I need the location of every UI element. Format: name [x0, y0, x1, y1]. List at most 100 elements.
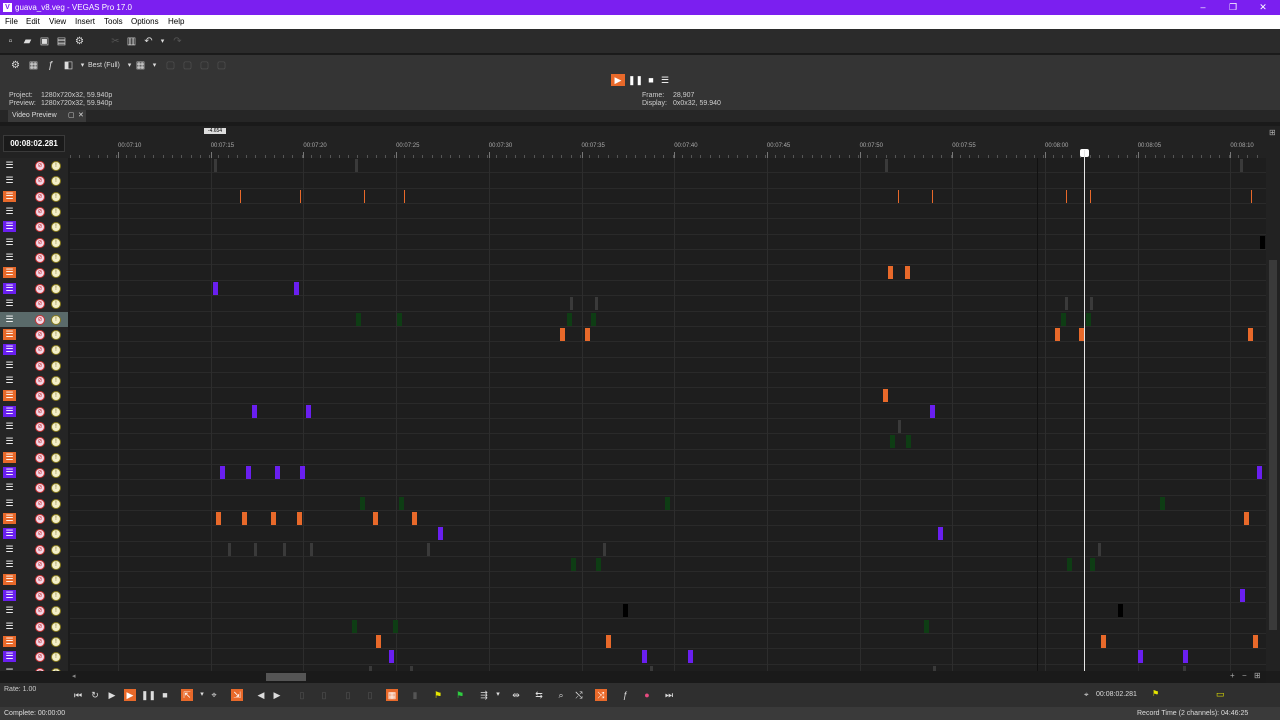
solo-icon[interactable]: !	[51, 375, 61, 386]
mute-icon[interactable]: ⊘	[35, 375, 45, 386]
quality-dropdown-icon[interactable]: ▾	[124, 60, 135, 71]
track-header[interactable]: ☰ ⊘!	[0, 219, 68, 234]
solo-icon[interactable]: !	[51, 283, 61, 294]
event-clip[interactable]	[930, 404, 935, 418]
redo-icon[interactable]: ↷	[172, 36, 183, 47]
event-clip[interactable]	[1061, 312, 1066, 326]
mute-icon[interactable]: ⊘	[35, 253, 45, 264]
track-menu-icon[interactable]: ☰	[3, 314, 16, 325]
vertical-scroll-thumb[interactable]	[1269, 260, 1277, 630]
event-clip[interactable]	[1090, 558, 1095, 572]
track-header[interactable]: ☰ ⊘!	[0, 465, 68, 480]
event-clip[interactable]	[1067, 558, 1072, 572]
auto-crossfade-icon[interactable]: ⤨	[595, 689, 607, 701]
track-menu-icon[interactable]: ☰	[3, 605, 16, 616]
track-menu-icon[interactable]: ☰	[3, 190, 16, 202]
save-icon[interactable]: ▣	[39, 36, 50, 47]
event-clip[interactable]	[1244, 512, 1249, 526]
track-menu-icon[interactable]: ☰	[3, 360, 16, 371]
track-header[interactable]: ☰ ⊘!	[0, 235, 68, 250]
solo-icon[interactable]: !	[51, 560, 61, 571]
event-clip[interactable]	[1253, 634, 1258, 648]
menu-file[interactable]: File	[5, 17, 18, 26]
envelope-tool-icon[interactable]: ⌖	[208, 689, 220, 701]
event-clip[interactable]	[665, 496, 670, 510]
solo-icon[interactable]: !	[51, 161, 61, 171]
expand-icon[interactable]: ⊞	[1269, 128, 1276, 137]
mute-icon[interactable]: ⊘	[35, 421, 45, 432]
mute-icon[interactable]: ⊘	[35, 575, 45, 586]
zoom-tool-icon[interactable]: ⌕	[555, 689, 567, 701]
track-menu-icon[interactable]: ☰	[3, 482, 16, 493]
track-menu-icon[interactable]: ☰	[3, 621, 16, 632]
event-clip[interactable]	[567, 312, 572, 326]
event-clip[interactable]	[355, 159, 358, 172]
preview-play-button[interactable]: ▶	[611, 74, 625, 86]
play-button[interactable]: ▶	[124, 689, 136, 701]
event-clip[interactable]	[1090, 297, 1093, 311]
save-snapshot-icon[interactable]: ▢	[182, 60, 193, 71]
menu-options[interactable]: Options	[131, 17, 159, 26]
track-header[interactable]: ☰ ⊘!	[0, 250, 68, 265]
track-header[interactable]: ☰ ⊘!	[0, 634, 68, 649]
event-clip[interactable]	[240, 189, 241, 203]
mute-icon[interactable]: ⊘	[35, 544, 45, 555]
track-menu-icon[interactable]: ☰	[3, 574, 16, 586]
track-header[interactable]: ☰ ⊘!	[0, 373, 68, 388]
track-menu-icon[interactable]: ☰	[3, 544, 16, 555]
track-header[interactable]: ☰ ⊘!	[0, 296, 68, 311]
track-header[interactable]: ☰ ⊘!	[0, 189, 68, 204]
track-menu-icon[interactable]: ☰	[3, 559, 16, 570]
event-clip[interactable]	[570, 297, 573, 311]
solo-icon[interactable]: !	[51, 636, 61, 647]
crossfade-icon[interactable]: ⤭	[573, 689, 585, 701]
event-clip[interactable]	[606, 634, 611, 648]
copy-snapshot-icon[interactable]: ▢	[165, 60, 176, 71]
playback-rate[interactable]: Rate: 1.00	[4, 686, 36, 693]
loop-region-label[interactable]: -4.654	[204, 128, 226, 134]
track-header[interactable]: ☰ ⊘!	[0, 450, 68, 465]
event-clip[interactable]	[890, 435, 895, 449]
track-menu-icon[interactable]: ☰	[3, 282, 16, 294]
save-as-icon[interactable]: ▤	[56, 36, 67, 47]
undo-icon[interactable]: ↶	[143, 36, 154, 47]
timeline-lanes[interactable]	[70, 158, 1270, 671]
overlays-icon[interactable]: ▦	[135, 60, 146, 71]
solo-icon[interactable]: !	[51, 590, 61, 601]
mute-icon[interactable]: ⊘	[35, 345, 45, 356]
mute-icon[interactable]: ⊘	[35, 222, 45, 233]
solo-icon[interactable]: !	[51, 621, 61, 632]
pause-button[interactable]: ❚❚	[141, 689, 156, 701]
event-clip[interactable]	[283, 542, 286, 556]
solo-icon[interactable]: !	[51, 437, 61, 448]
event-clip[interactable]	[306, 404, 311, 418]
transport-disabled-3-icon[interactable]: ▯	[342, 689, 354, 701]
track-header[interactable]: ☰ ⊘!	[0, 496, 68, 511]
track-header[interactable]: ☰ ⊘!	[0, 603, 68, 618]
event-clip[interactable]	[399, 496, 404, 510]
event-clip[interactable]	[1160, 496, 1165, 510]
zoom-fit-icon[interactable]: ⊞	[1254, 671, 1261, 680]
solo-icon[interactable]: !	[51, 299, 61, 310]
event-clip[interactable]	[1098, 542, 1101, 556]
track-header[interactable]: ☰ ⊘!	[0, 511, 68, 526]
overlays-dropdown-icon[interactable]: ▾	[149, 60, 160, 71]
minimize-icon[interactable]: –	[1194, 2, 1212, 13]
track-header[interactable]: ☰ ⊘!	[0, 311, 68, 327]
mute-icon[interactable]: ⊘	[35, 283, 45, 294]
track-header[interactable]: ☰ ⊘!	[0, 342, 68, 357]
track-header[interactable]: ☰ ⊘!	[0, 388, 68, 403]
zoom-out-icon[interactable]: −	[1242, 671, 1247, 680]
event-clip[interactable]	[275, 466, 280, 479]
mute-icon[interactable]: ⊘	[35, 514, 45, 525]
event-clip[interactable]	[404, 189, 405, 203]
mute-icon[interactable]: ⊘	[35, 590, 45, 601]
track-menu-icon[interactable]: ☰	[3, 498, 16, 509]
mute-icon[interactable]: ⊘	[35, 652, 45, 663]
track-menu-icon[interactable]: ☰	[3, 237, 16, 248]
event-clip[interactable]	[220, 466, 225, 479]
maximize-icon[interactable]: ❐	[1224, 2, 1242, 13]
event-clip[interactable]	[310, 542, 313, 556]
mute-icon[interactable]: ⊘	[35, 621, 45, 632]
track-header[interactable]: ☰ ⊘!	[0, 204, 68, 219]
